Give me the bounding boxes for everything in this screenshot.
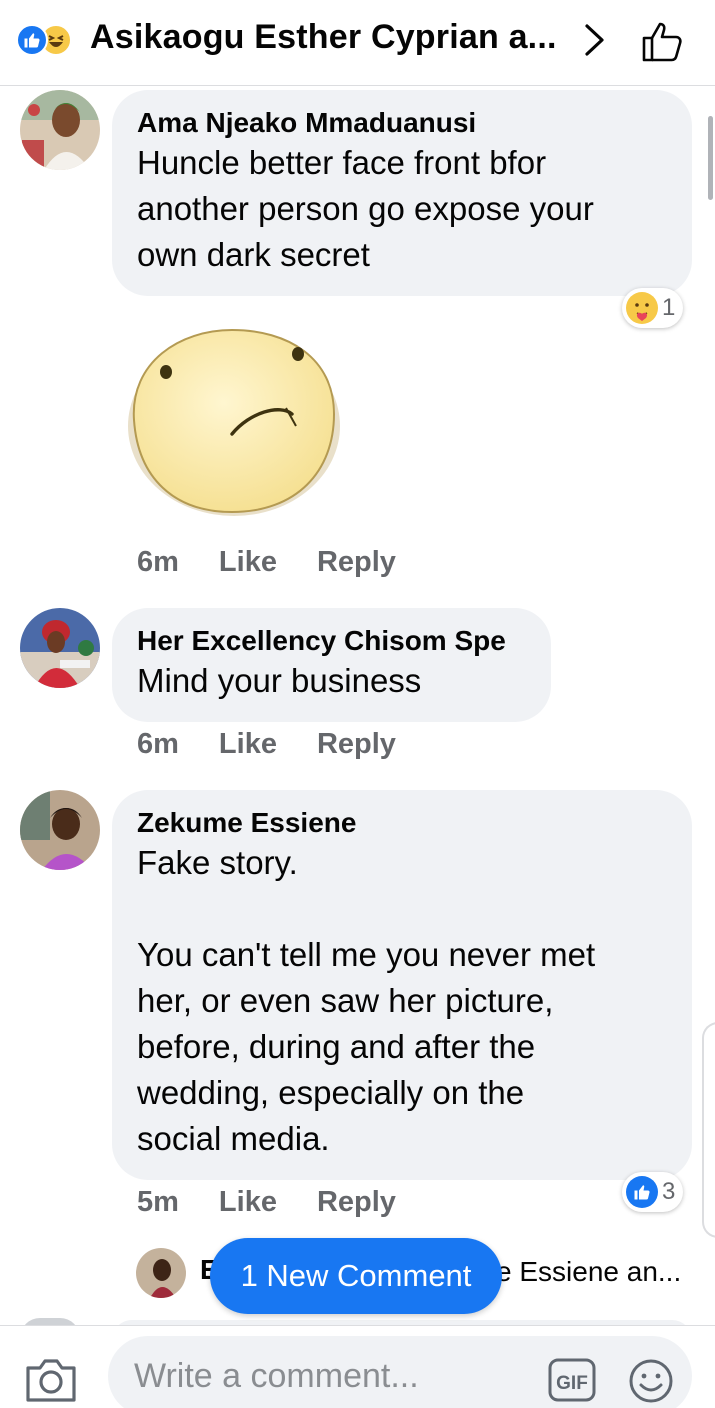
reaction-count-badge[interactable]: 3 bbox=[622, 1172, 684, 1212]
comment-text: Mind your business bbox=[137, 662, 422, 699]
like-button[interactable]: Like bbox=[219, 546, 277, 579]
comment-actions: 6m Like Reply bbox=[137, 546, 396, 579]
post-reactions[interactable] bbox=[16, 22, 86, 56]
comment-actions: 6m Like Reply bbox=[137, 728, 396, 761]
like-button[interactable]: Like bbox=[219, 728, 277, 761]
reply-preview-text: e Essiene an... bbox=[496, 1256, 682, 1287]
comment-text: Huncle better face front bfor another pe… bbox=[137, 144, 594, 273]
scrollbar[interactable] bbox=[708, 116, 713, 200]
comment-actions: 5m Like Reply bbox=[137, 1186, 396, 1219]
comment-input[interactable] bbox=[108, 1336, 692, 1408]
side-handle[interactable] bbox=[702, 1022, 715, 1238]
chevron-right-icon[interactable] bbox=[578, 20, 612, 60]
avatar[interactable] bbox=[20, 790, 100, 870]
reply-button[interactable]: Reply bbox=[317, 728, 396, 761]
avatar[interactable] bbox=[20, 608, 100, 688]
comment-time: 6m bbox=[137, 728, 179, 760]
reaction-count-badge[interactable]: 1 bbox=[622, 288, 684, 328]
comment-author[interactable]: Her Excellency Chisom Spe bbox=[137, 624, 527, 658]
comment-time: 6m bbox=[137, 546, 179, 578]
emoji-icon[interactable] bbox=[628, 1358, 674, 1404]
reply-button[interactable]: Reply bbox=[317, 1186, 396, 1219]
avatar bbox=[136, 1248, 186, 1298]
gif-label: GIF bbox=[556, 1373, 588, 1394]
comment-bubble[interactable]: Ama Njeako Mmaduanusi Huncle better face… bbox=[112, 90, 692, 296]
gif-icon[interactable]: GIF bbox=[548, 1358, 596, 1402]
camera-icon[interactable] bbox=[24, 1354, 78, 1404]
new-comment-button[interactable]: 1 New Comment bbox=[210, 1238, 502, 1314]
comment-author[interactable]: Ama Njeako Mmaduanusi bbox=[137, 106, 668, 140]
post-header: Asikaogu Esther Cyprian a... bbox=[0, 0, 715, 86]
comment-composer: GIF bbox=[0, 1325, 715, 1408]
post-title[interactable]: Asikaogu Esther Cyprian a... bbox=[90, 18, 557, 57]
confused-face-sticker bbox=[128, 328, 340, 516]
reaction-count: 3 bbox=[662, 1178, 676, 1205]
care-icon bbox=[626, 292, 658, 324]
comment-author[interactable]: Zekume Essiene bbox=[137, 806, 668, 840]
comment-text: Fake story. You can't tell me you never … bbox=[137, 844, 596, 1157]
like-button[interactable]: Like bbox=[219, 1186, 277, 1219]
comment-time: 5m bbox=[137, 1186, 179, 1218]
reply-button[interactable]: Reply bbox=[317, 546, 396, 579]
comment-bubble[interactable]: Her Excellency Chisom Spe Mind your busi… bbox=[112, 608, 551, 722]
like-icon bbox=[626, 1176, 658, 1208]
avatar[interactable] bbox=[20, 90, 100, 170]
comment-bubble[interactable]: Zekume Essiene Fake story. You can't tel… bbox=[112, 790, 692, 1180]
thumbs-up-icon[interactable] bbox=[638, 16, 688, 66]
like-reaction-icon bbox=[16, 24, 48, 56]
reaction-count: 1 bbox=[662, 294, 676, 321]
